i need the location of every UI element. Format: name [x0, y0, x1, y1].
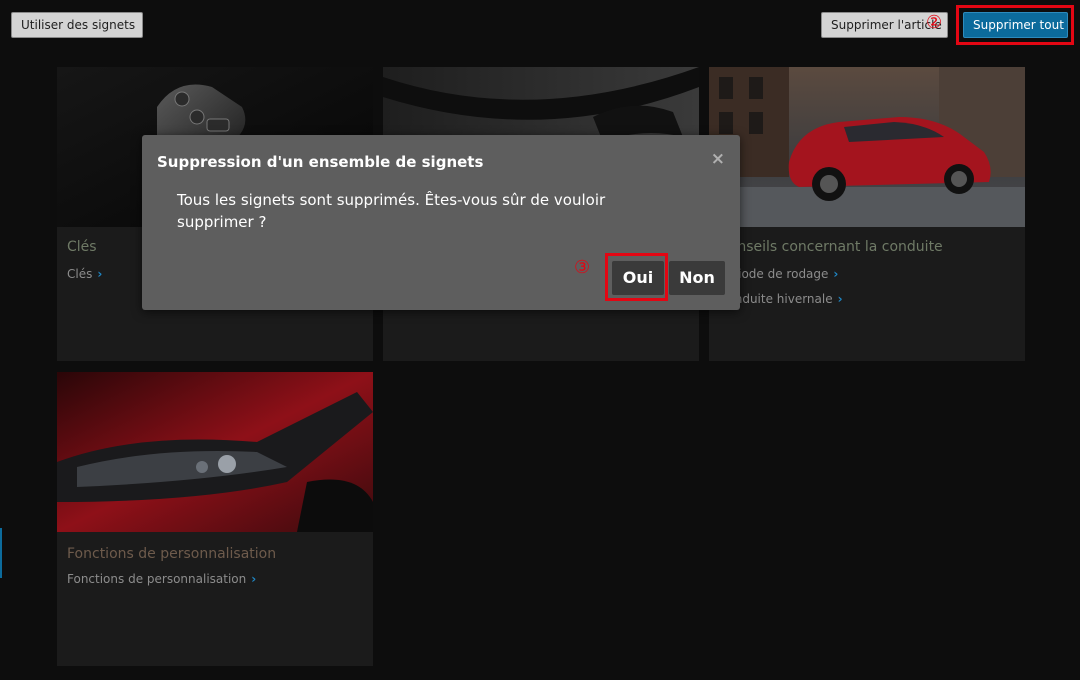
- card-image-headlight: [57, 372, 373, 532]
- no-button[interactable]: Non: [669, 261, 725, 295]
- card-title: Conseils concernant la conduite: [719, 239, 943, 255]
- app-screen: Utiliser des signets Supprimer l'article…: [0, 0, 1080, 680]
- chevron-right-icon: ›: [837, 292, 843, 306]
- card-link-personalisation[interactable]: Fonctions de personnalisation ›: [67, 572, 256, 586]
- card-title: Clés: [67, 239, 97, 255]
- card-link-keys[interactable]: Clés ›: [67, 267, 102, 281]
- step-3-marker: ③: [574, 257, 591, 278]
- bookmark-card-personalisation[interactable]: Fonctions de personnalisation Fonctions …: [57, 372, 373, 666]
- step-2-marker: ②: [926, 12, 943, 33]
- card-link-label: Clés: [67, 267, 93, 281]
- dialog-title: Suppression d'un ensemble de signets: [157, 153, 484, 171]
- chevron-right-icon: ›: [97, 267, 103, 281]
- card-image-red-suv: [709, 67, 1025, 227]
- delete-all-button[interactable]: Supprimer tout: [963, 12, 1068, 38]
- chevron-right-icon: ›: [251, 572, 257, 586]
- close-icon[interactable]: ×: [711, 149, 725, 169]
- dialog-message: Tous les signets sont supprimés. Êtes-vo…: [177, 191, 606, 231]
- left-edge-accent: [0, 528, 2, 578]
- chevron-right-icon: ›: [833, 267, 839, 281]
- bookmark-card-driving-tips[interactable]: Conseils concernant la conduite Période …: [709, 67, 1025, 361]
- use-bookmarks-button[interactable]: Utiliser des signets: [11, 12, 143, 38]
- yes-button[interactable]: Oui: [612, 261, 664, 295]
- delete-bookmarks-dialog: Suppression d'un ensemble de signets × T…: [142, 135, 740, 310]
- card-link-label: Fonctions de personnalisation: [67, 572, 247, 586]
- card-title: Fonctions de personnalisation: [67, 546, 277, 562]
